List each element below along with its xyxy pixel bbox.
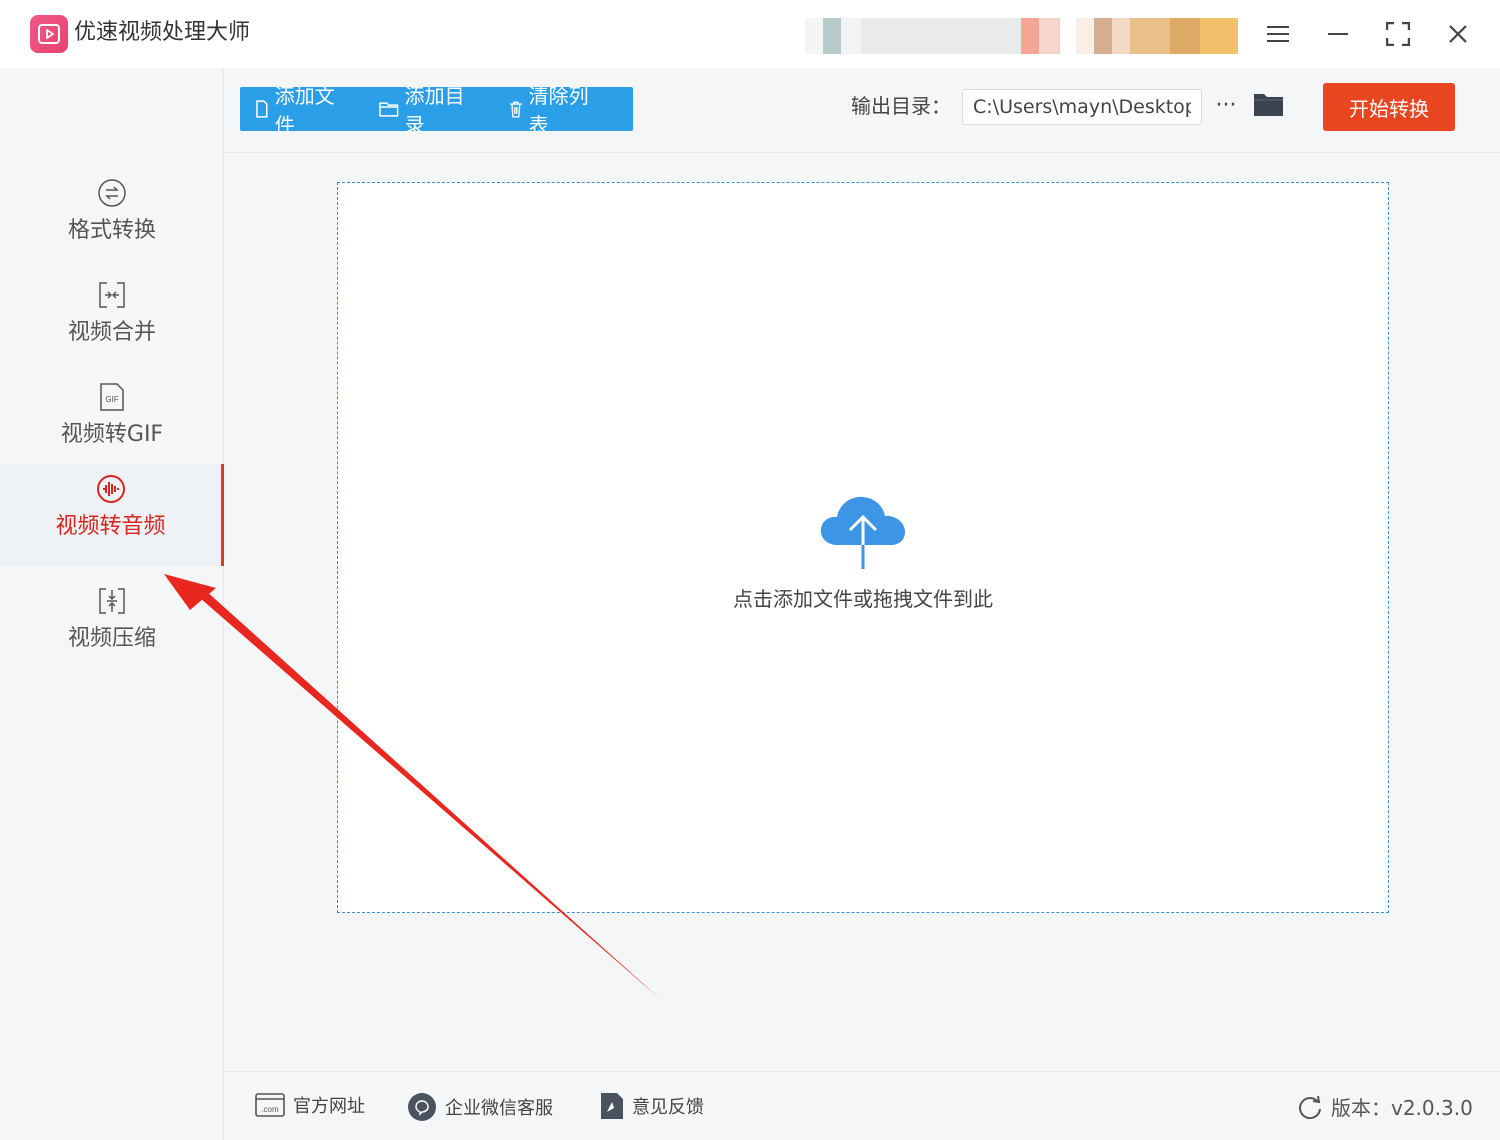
app-logo-icon [30,15,68,53]
sidebar-item-label: 视频转GIF [60,422,164,447]
sidebar-item-label: 视频转音频 [55,514,166,539]
sidebar: 格式转换 视频合并 GIF 视频转GIF 视频转音频 视频压缩 [0,68,224,1140]
more-dots-icon: ··· [1215,92,1237,118]
sidebar-item-format-convert[interactable]: 格式转换 [0,168,224,270]
close-icon [1449,25,1467,43]
drop-hint-text: 点击添加文件或拖拽文件到此 [733,587,993,611]
feedback-icon [601,1093,623,1119]
sidebar-item-video-compress[interactable]: 视频压缩 [0,576,224,678]
sidebar-item-label: 视频压缩 [67,626,156,651]
official-website-link[interactable]: .com 官方网址 [255,1092,365,1118]
folder-icon [379,102,399,117]
blurred-account-info [805,18,1060,54]
file-button-group: 添加文件 添加目录 清除列表 [240,84,633,137]
merge-icon [97,280,127,310]
file-drop-zone[interactable]: 点击添加文件或拖拽文件到此 [337,182,1389,913]
refresh-icon [1299,1095,1321,1119]
maximize-button[interactable] [1378,14,1418,54]
gif-icon: GIF [97,382,127,412]
svg-text:GIF: GIF [105,395,118,404]
version-info: 版本：v2.0.3.0 [1297,1092,1473,1121]
fullscreen-icon [1386,22,1410,46]
wechat-icon [408,1093,436,1121]
blurred-avatar [1076,18,1238,54]
footer: .com 官方网址 企业微信客服 意见反馈 版本：v2.0.3.0 [225,1071,1500,1140]
output-directory-label: 输出目录： [851,94,951,118]
feedback-label: 意见反馈 [632,1097,704,1118]
app-title: 优速视频处理大师 [74,20,251,45]
trash-icon [509,101,522,118]
version-label: 版本：v2.0.3.0 [1331,1096,1473,1120]
wechat-support-label: 企业微信客服 [445,1098,553,1119]
close-button[interactable] [1438,14,1478,54]
menu-button[interactable] [1258,14,1298,54]
sidebar-item-video-to-gif[interactable]: GIF 视频转GIF [0,372,224,474]
file-icon [256,100,268,118]
start-convert-button[interactable]: 开始转换 [1323,83,1455,131]
add-directory-button[interactable]: 添加目录 [379,80,483,138]
sidebar-item-video-to-audio[interactable]: 视频转音频 [0,464,224,566]
minimize-icon [1328,33,1348,35]
sidebar-item-label: 视频合并 [67,320,156,345]
format-convert-icon [97,178,127,208]
title-bar: 优速视频处理大师 [0,0,1500,68]
output-directory-field[interactable] [962,89,1202,125]
open-folder-icon [1254,94,1283,116]
compress-icon [97,586,127,616]
official-website-label: 官方网址 [293,1096,365,1117]
cloud-upload-icon [820,496,905,569]
svg-text:.com: .com [261,1105,279,1114]
minimize-button[interactable] [1318,14,1358,54]
website-com-icon: .com [255,1093,285,1117]
add-file-label: 添加文件 [274,84,335,137]
add-file-button[interactable]: 添加文件 [255,80,353,138]
wechat-support-link[interactable]: 企业微信客服 [407,1092,553,1122]
clear-list-button[interactable]: 清除列表 [509,80,607,138]
feedback-link[interactable]: 意见反馈 [600,1092,704,1120]
audio-wave-icon [96,474,126,504]
hamburger-icon [1267,26,1289,42]
add-directory-label: 添加目录 [404,84,465,137]
browse-more-button[interactable]: ··· [1211,90,1241,120]
sidebar-item-label: 格式转换 [67,218,156,243]
open-folder-button[interactable] [1253,90,1289,122]
clear-list-label: 清除列表 [528,84,589,137]
sidebar-item-video-merge[interactable]: 视频合并 [0,270,224,372]
toolbar: 添加文件 添加目录 清除列表 输出目录： ··· 开始转换 [225,68,1500,153]
